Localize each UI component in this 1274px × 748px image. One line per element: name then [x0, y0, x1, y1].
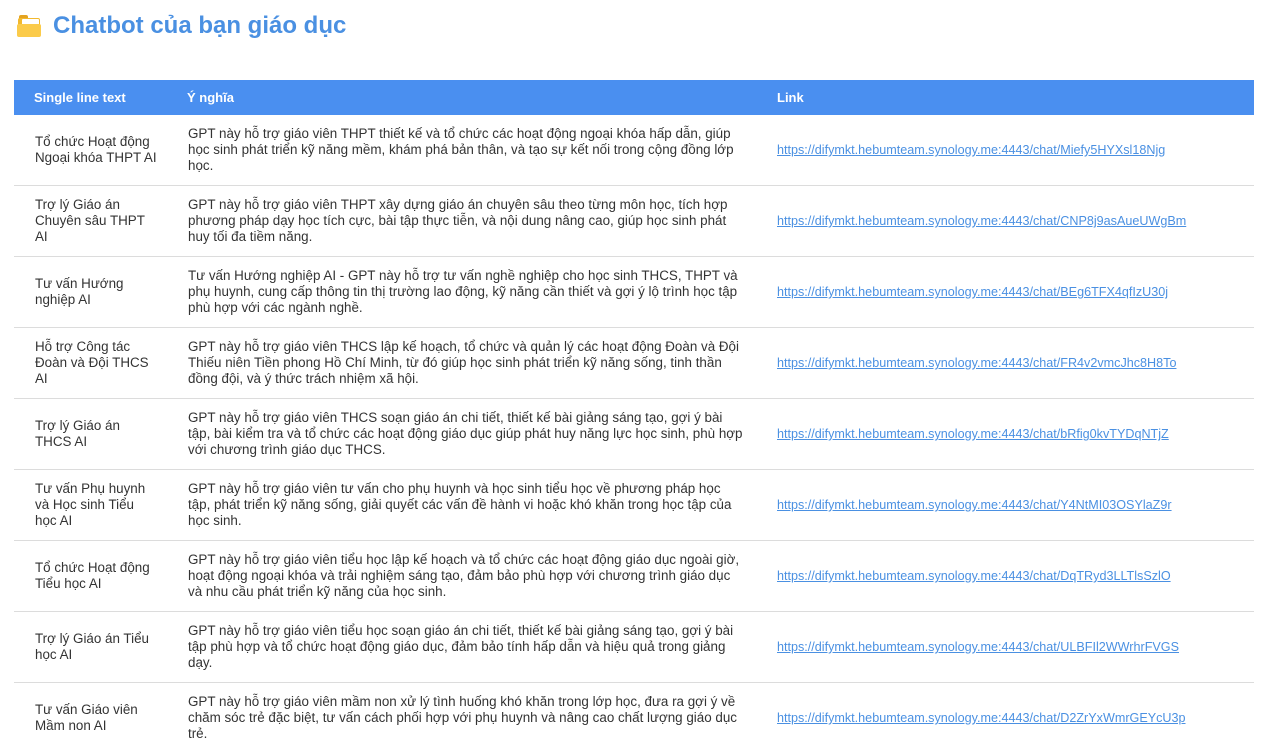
chatbot-link[interactable]: https://difymkt.hebumteam.synology.me:44…: [777, 640, 1179, 654]
row-link-cell: https://difymkt.hebumteam.synology.me:44…: [757, 398, 1254, 470]
row-name-cell: Tổ chức Hoạt động Tiểu học AI: [14, 540, 167, 612]
row-name-cell: Trợ lý Giáo án Tiểu học AI: [14, 611, 167, 683]
row-description-cell: GPT này hỗ trợ giáo viên THCS soạn giáo …: [167, 398, 757, 470]
row-name-cell: Tư vấn Hướng nghiệp AI: [14, 256, 167, 328]
chatbot-link[interactable]: https://difymkt.hebumteam.synology.me:44…: [777, 711, 1186, 725]
table-row: Trợ lý Giáo án Tiểu học AI GPT này hỗ trợ…: [14, 611, 1254, 683]
table-row: Hỗ trợ Công tác Đoàn và Đội THCS AI GPT n…: [14, 327, 1254, 399]
row-description-cell: GPT này hỗ trợ giáo viên THPT xây dựng g…: [167, 185, 757, 257]
chatbot-name: Hỗ trợ Công tác Đoàn và Đội THCS AI: [35, 339, 149, 386]
chatbot-name: Tư vấn Hướng nghiệp AI: [35, 276, 124, 307]
chatbot-table: Single line text Ý nghĩa Link Tổ chức Ho…: [14, 80, 1254, 748]
chatbot-link[interactable]: https://difymkt.hebumteam.synology.me:44…: [777, 498, 1172, 512]
chatbot-name: Tổ chức Hoạt động Tiểu học AI: [35, 560, 150, 591]
chatbot-name: Trợ lý Giáo án Tiểu học AI: [35, 631, 149, 662]
row-name-cell: Tư vấn Giáo viên Mầm non AI: [14, 682, 167, 748]
row-description-cell: GPT này hỗ trợ giáo viên tiểu học soạn g…: [167, 611, 757, 683]
chatbot-link[interactable]: https://difymkt.hebumteam.synology.me:44…: [777, 143, 1165, 157]
chatbot-description: GPT này hỗ trợ giáo viên tiểu học soạn g…: [188, 623, 734, 670]
row-description-cell: GPT này hỗ trợ giáo viên tiểu học lập kế…: [167, 540, 757, 612]
page-title: Chatbot của bạn giáo dục: [53, 12, 347, 39]
table-row: Tư vấn Phụ huynh và Học sinh Tiểu học AI…: [14, 469, 1254, 541]
chatbot-description: GPT này hỗ trợ giáo viên tiểu học lập kế…: [188, 552, 740, 599]
page: Chatbot của bạn giáo dục Single line tex…: [0, 0, 1274, 748]
row-link-cell: https://difymkt.hebumteam.synology.me:44…: [757, 682, 1254, 748]
row-link-cell: https://difymkt.hebumteam.synology.me:44…: [757, 611, 1254, 683]
row-description-cell: GPT này hỗ trợ giáo viên tư vấn cho phụ …: [167, 469, 757, 541]
table-row: Trợ lý Giáo án Chuyên sâu THPT AI GPT này…: [14, 185, 1254, 257]
row-description-cell: Tư vấn Hướng nghiệp AI - GPT này hỗ trợ …: [167, 256, 757, 328]
table-row: Tổ chức Hoạt động Tiểu học AI GPT này hỗ …: [14, 540, 1254, 612]
row-link-cell: https://difymkt.hebumteam.synology.me:44…: [757, 115, 1254, 186]
chatbot-description: GPT này hỗ trợ giáo viên THCS soạn giáo …: [188, 410, 743, 457]
folder-icon: [17, 15, 43, 37]
chatbot-name: Trợ lý Giáo án THCS AI: [35, 418, 120, 449]
table-row: Trợ lý Giáo án THCS AI GPT này hỗ trợ giá…: [14, 398, 1254, 470]
chatbot-description: GPT này hỗ trợ giáo viên mầm non xử lý t…: [188, 694, 737, 741]
column-header-name[interactable]: Single line text: [14, 80, 167, 115]
row-description-cell: GPT này hỗ trợ giáo viên THPT thiết kế v…: [167, 115, 757, 186]
table-row: Tư vấn Hướng nghiệp AI Tư vấn Hướng nghiệ…: [14, 256, 1254, 328]
chatbot-link[interactable]: https://difymkt.hebumteam.synology.me:44…: [777, 427, 1169, 441]
chatbot-link[interactable]: https://difymkt.hebumteam.synology.me:44…: [777, 569, 1171, 583]
row-link-cell: https://difymkt.hebumteam.synology.me:44…: [757, 540, 1254, 612]
title-row: Chatbot của bạn giáo dục: [17, 11, 346, 41]
chatbot-description: GPT này hỗ trợ giáo viên tư vấn cho phụ …: [188, 481, 732, 528]
chatbot-description: Tư vấn Hướng nghiệp AI - GPT này hỗ trợ …: [188, 268, 738, 315]
column-header-description[interactable]: Ý nghĩa: [167, 80, 757, 115]
row-description-cell: GPT này hỗ trợ giáo viên THCS lập kế hoạ…: [167, 327, 757, 399]
row-link-cell: https://difymkt.hebumteam.synology.me:44…: [757, 256, 1254, 328]
chatbot-description: GPT này hỗ trợ giáo viên THCS lập kế hoạ…: [188, 339, 739, 386]
row-name-cell: Tư vấn Phụ huynh và Học sinh Tiểu học AI: [14, 469, 167, 541]
chatbot-name: Tư vấn Giáo viên Mầm non AI: [35, 702, 138, 733]
row-name-cell: Tổ chức Hoạt động Ngoại khóa THPT AI: [14, 115, 167, 186]
row-name-cell: Hỗ trợ Công tác Đoàn và Đội THCS AI: [14, 327, 167, 399]
row-name-cell: Trợ lý Giáo án Chuyên sâu THPT AI: [14, 185, 167, 257]
chatbot-link[interactable]: https://difymkt.hebumteam.synology.me:44…: [777, 285, 1168, 299]
table-row: Tư vấn Giáo viên Mầm non AI GPT này hỗ tr…: [14, 682, 1254, 748]
row-description-cell: GPT này hỗ trợ giáo viên mầm non xử lý t…: [167, 682, 757, 748]
column-header-link[interactable]: Link: [757, 80, 1254, 115]
table-body: Tổ chức Hoạt động Ngoại khóa THPT AI GPT …: [14, 115, 1254, 748]
row-link-cell: https://difymkt.hebumteam.synology.me:44…: [757, 327, 1254, 399]
table-header-row: Single line text Ý nghĩa Link: [14, 80, 1254, 115]
chatbot-description: GPT này hỗ trợ giáo viên THPT xây dựng g…: [188, 197, 728, 244]
row-link-cell: https://difymkt.hebumteam.synology.me:44…: [757, 469, 1254, 541]
chatbot-link[interactable]: https://difymkt.hebumteam.synology.me:44…: [777, 214, 1186, 228]
chatbot-name: Trợ lý Giáo án Chuyên sâu THPT AI: [35, 197, 145, 244]
row-name-cell: Trợ lý Giáo án THCS AI: [14, 398, 167, 470]
chatbot-link[interactable]: https://difymkt.hebumteam.synology.me:44…: [777, 356, 1176, 370]
chatbot-description: GPT này hỗ trợ giáo viên THPT thiết kế v…: [188, 126, 734, 173]
row-link-cell: https://difymkt.hebumteam.synology.me:44…: [757, 185, 1254, 257]
chatbot-name: Tổ chức Hoạt động Ngoại khóa THPT AI: [35, 134, 157, 165]
chatbot-name: Tư vấn Phụ huynh và Học sinh Tiểu học AI: [35, 481, 146, 528]
table-row: Tổ chức Hoạt động Ngoại khóa THPT AI GPT …: [14, 115, 1254, 186]
